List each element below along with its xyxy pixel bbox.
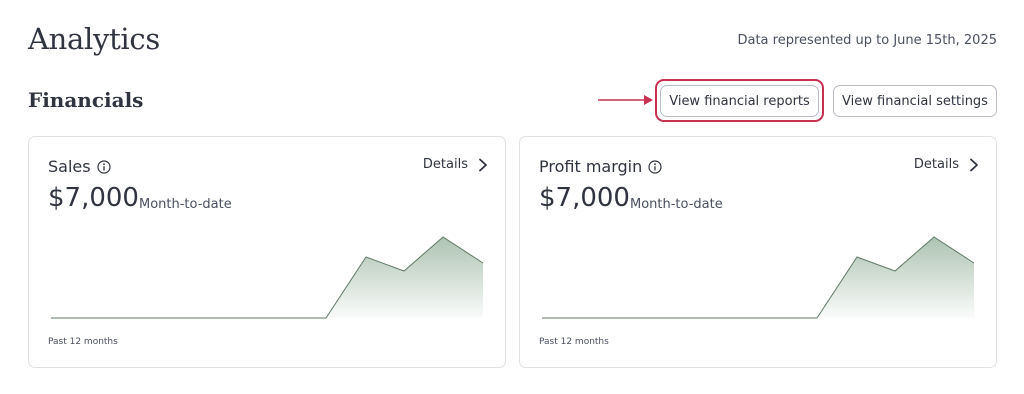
page-title: Analytics <box>28 22 160 56</box>
info-icon[interactable] <box>648 159 662 174</box>
arrow-right-icon <box>598 95 653 105</box>
metric-value: $7,000 <box>48 183 139 213</box>
section-title: Financials <box>28 88 144 112</box>
details-link[interactable]: Details <box>914 157 979 172</box>
sales-card: Sales Details $7,000 Month-to-date Past … <box>28 136 506 368</box>
info-icon[interactable] <box>96 159 111 174</box>
chevron-right-icon <box>970 158 978 171</box>
metric-caption: Month-to-date <box>630 197 723 212</box>
card-title: Sales <box>48 157 111 176</box>
sparkline-chart <box>51 236 484 319</box>
card-title-label: Profit margin <box>539 157 643 176</box>
card-title-label: Sales <box>48 157 91 176</box>
metric-caption: Month-to-date <box>139 197 232 212</box>
view-financial-settings-button[interactable]: View financial settings <box>833 85 997 117</box>
details-link[interactable]: Details <box>423 157 488 172</box>
period-label: Past 12 months <box>539 337 609 347</box>
metric-value: $7,000 <box>539 183 630 213</box>
view-financial-reports-button[interactable]: View financial reports <box>660 85 819 117</box>
details-label: Details <box>913 157 959 172</box>
card-title: Profit margin <box>539 157 662 176</box>
sparkline-chart <box>542 236 975 319</box>
details-label: Details <box>422 157 468 172</box>
data-date-note: Data represented up to June 15th, 2025 <box>737 33 997 48</box>
period-label: Past 12 months <box>48 337 118 347</box>
profit-margin-card: Profit margin Details $7,000 Month-to-da… <box>519 136 997 368</box>
chevron-right-icon <box>479 158 487 171</box>
